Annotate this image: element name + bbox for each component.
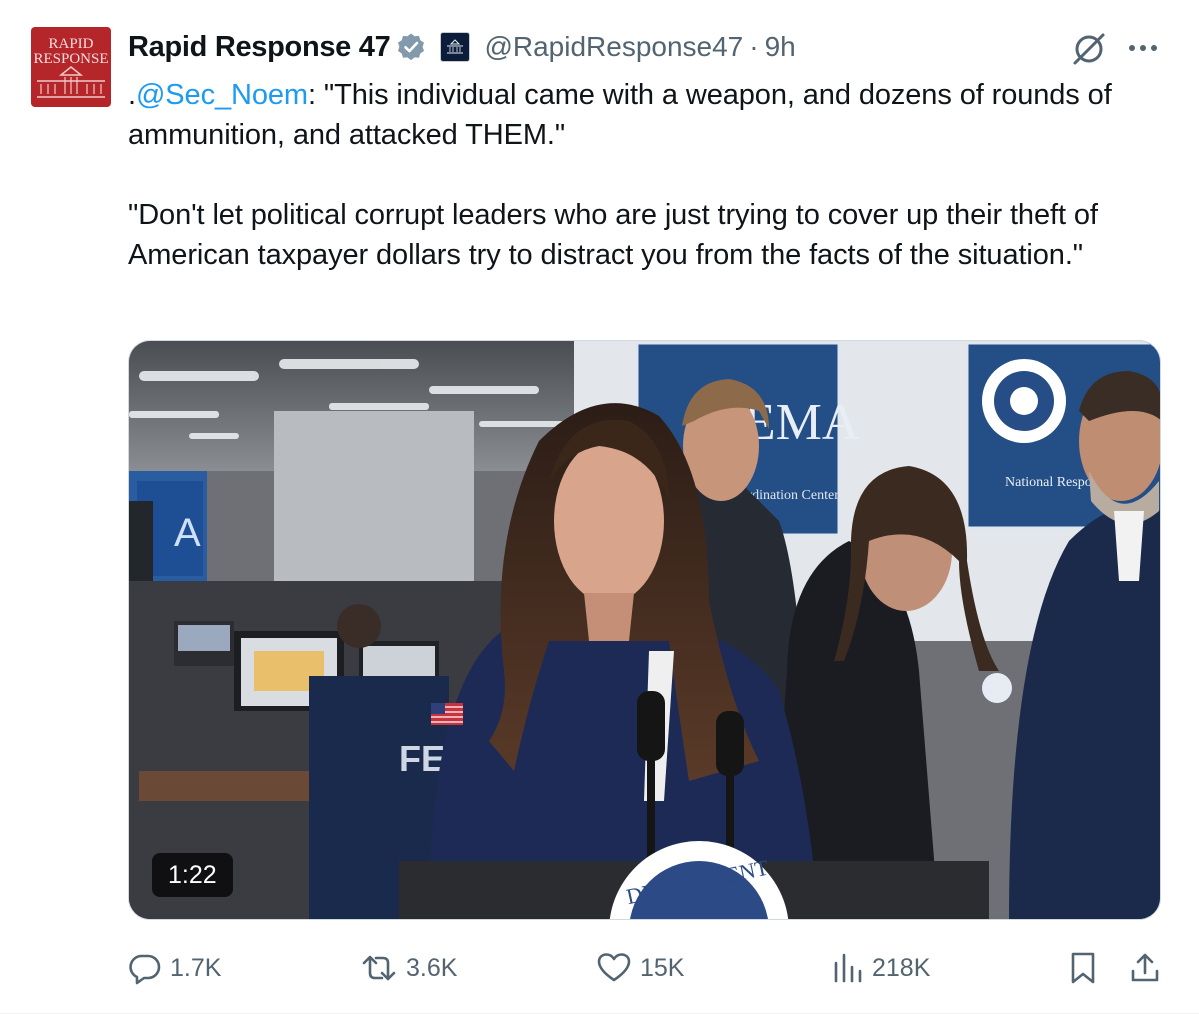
share-icon — [1131, 953, 1159, 982]
display-name[interactable]: Rapid Response 47 — [128, 31, 391, 64]
repost-count: 3.6K — [406, 953, 458, 982]
jacket-text: FE — [399, 738, 445, 779]
avatar-text-line1: RAPID — [48, 36, 94, 52]
more-options-icon[interactable] — [1124, 34, 1162, 62]
tweet-header: Rapid Response 47 @RapidResponse47 · 9h — [128, 28, 796, 66]
separator-dot: · — [749, 31, 759, 62]
action-bar: 1.7K 3.6K 15K 218K — [128, 945, 1168, 991]
repost-button[interactable]: 3.6K — [360, 945, 457, 991]
reply-count: 1.7K — [170, 953, 222, 982]
text-prefix: . — [128, 79, 136, 111]
tweet-text: .@Sec_Noem: "This individual came with a… — [128, 75, 1168, 275]
like-count: 15K — [640, 953, 685, 982]
reply-button[interactable]: 1.7K — [128, 945, 221, 991]
like-icon — [597, 953, 631, 982]
white-house-affiliation-icon[interactable] — [440, 32, 471, 62]
svg-text:A: A — [174, 511, 201, 555]
bookmark-button[interactable] — [1068, 945, 1106, 991]
video-frame: A FE FEMA nse Coordination Center Nation… — [129, 341, 1160, 919]
tweet-paragraph-2: "Don't let political corrupt leaders who… — [128, 199, 1098, 271]
views-icon — [834, 953, 862, 983]
tweet: RAPID RESPONSE Rapid Response 47 @RapidR… — [0, 0, 1199, 1014]
views-button[interactable]: 218K — [832, 945, 930, 991]
share-button[interactable] — [1128, 945, 1170, 991]
avatar[interactable]: RAPID RESPONSE — [31, 27, 111, 107]
grok-icon[interactable] — [1070, 30, 1108, 68]
views-count: 218K — [872, 953, 931, 982]
handle[interactable]: @RapidResponse47 — [484, 31, 743, 63]
mention-link[interactable]: @Sec_Noem — [136, 79, 308, 111]
verified-badge-icon[interactable] — [396, 32, 426, 62]
like-button[interactable]: 15K — [596, 945, 684, 991]
tweet-paragraph-1: .@Sec_Noem: "This individual came with a… — [128, 75, 1168, 155]
white-house-icon — [37, 66, 105, 98]
bookmark-icon — [1071, 952, 1095, 984]
video-player[interactable]: A FE FEMA nse Coordination Center Nation… — [128, 340, 1161, 920]
repost-icon — [362, 955, 396, 981]
timestamp[interactable]: 9h — [765, 31, 796, 63]
video-duration: 1:22 — [152, 853, 233, 897]
reply-icon — [129, 954, 161, 985]
